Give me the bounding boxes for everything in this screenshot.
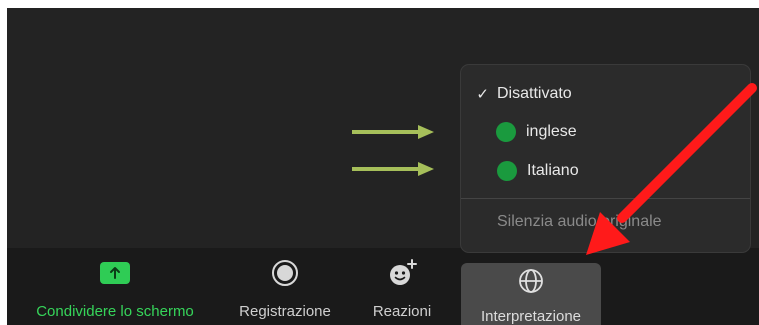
reactions-label: Reazioni [372, 303, 432, 320]
record-icon [272, 259, 298, 286]
menu-item-english[interactable]: inglese [461, 115, 750, 149]
reactions-button[interactable]: Reazioni [362, 256, 442, 320]
share-screen-label: Condividere lo schermo [36, 303, 194, 320]
share-screen-button[interactable]: Condividere lo schermo [15, 256, 215, 320]
language-dot-icon [496, 122, 516, 142]
checkmark-icon: ✓ [476, 86, 489, 103]
interpretation-label: Interpretazione [480, 308, 582, 325]
menu-item-off[interactable]: ✓ Disattivato [461, 77, 750, 111]
language-dot-icon [497, 161, 517, 181]
mute-original-audio-item[interactable]: Silenzia audio originale [461, 205, 750, 239]
zoom-window: Condividere lo schermo Registrazione Rea… [7, 8, 759, 325]
menu-item-label: Disattivato [497, 85, 572, 102]
record-button[interactable]: Registrazione [225, 256, 345, 320]
globe-icon [519, 268, 543, 293]
interpretation-button[interactable]: Interpretazione [461, 263, 601, 325]
interpretation-menu: ✓ Disattivato inglese Italiano Silenzia … [461, 65, 750, 252]
record-label: Registrazione [239, 303, 331, 320]
share-screen-icon [100, 261, 130, 284]
menu-item-italian[interactable]: Italiano [461, 154, 750, 188]
menu-divider [461, 198, 750, 199]
mute-original-label: Silenzia audio originale [497, 213, 662, 230]
menu-item-label: Italiano [527, 162, 579, 179]
menu-item-label: inglese [526, 123, 577, 140]
reactions-icon [390, 258, 417, 285]
meeting-toolbar: Condividere lo schermo Registrazione Rea… [7, 248, 759, 325]
